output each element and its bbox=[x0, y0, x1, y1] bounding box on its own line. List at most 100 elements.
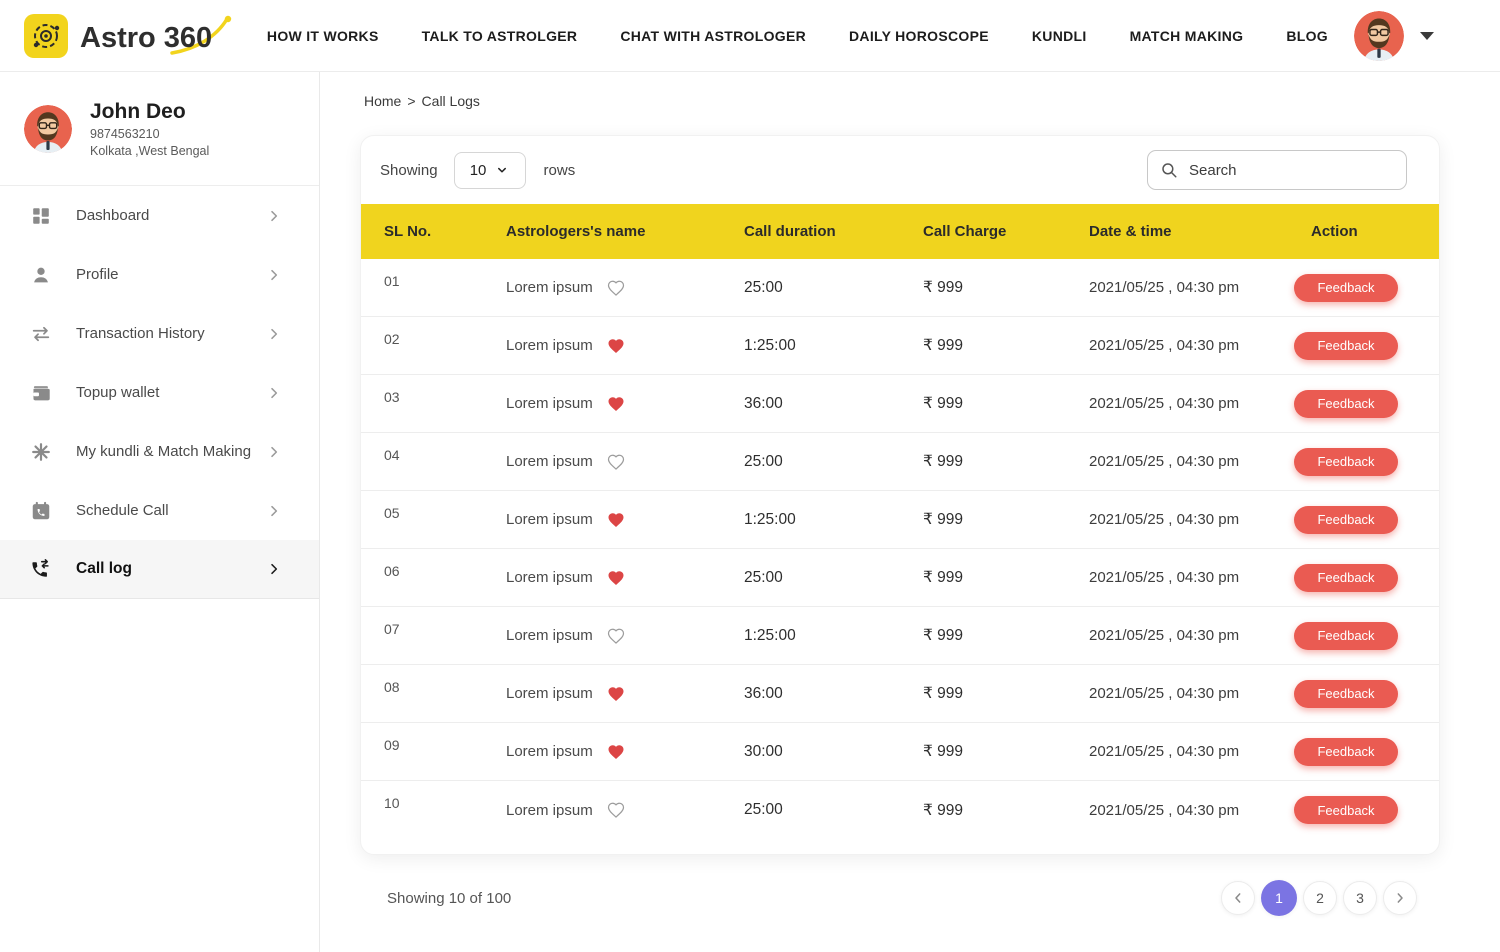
cell-sl-no: 07 bbox=[384, 621, 506, 637]
search-input[interactable] bbox=[1189, 162, 1394, 179]
nav-item-kundli[interactable]: KUNDLI bbox=[1032, 28, 1087, 44]
favorite-heart-outline-icon[interactable] bbox=[607, 801, 625, 819]
sidebar-item-call-log[interactable]: Call log bbox=[0, 540, 319, 599]
nav-item-how-it-works[interactable]: HOW IT WORKS bbox=[267, 28, 379, 44]
cell-astrologer-name: Lorem ipsum bbox=[506, 453, 744, 471]
feedback-button[interactable]: Feedback bbox=[1294, 738, 1398, 766]
cell-date-time: 2021/05/25 , 04:30 pm bbox=[1089, 511, 1294, 528]
cell-date-time: 2021/05/25 , 04:30 pm bbox=[1089, 395, 1294, 412]
pagination-page-3[interactable]: 3 bbox=[1343, 881, 1377, 915]
favorite-heart-icon[interactable] bbox=[607, 395, 625, 413]
favorite-heart-icon[interactable] bbox=[607, 337, 625, 355]
nav-item-daily-horoscope[interactable]: DAILY HOROSCOPE bbox=[849, 28, 989, 44]
cell-astrologer-name: Lorem ipsum bbox=[506, 337, 744, 355]
search-box bbox=[1147, 150, 1407, 190]
cell-sl-no: 06 bbox=[384, 563, 506, 579]
sidebar-item-label: Profile bbox=[76, 266, 266, 283]
profile-avatar bbox=[24, 105, 72, 153]
rows-label: rows bbox=[544, 162, 576, 179]
main-content: Home > Call Logs Showing 10 rows SL No.A… bbox=[320, 72, 1500, 952]
breadcrumb-home[interactable]: Home bbox=[364, 93, 401, 109]
cell-call-duration: 1:25:00 bbox=[744, 627, 923, 645]
kundli-icon bbox=[30, 441, 52, 463]
column-header-sl-no: SL No. bbox=[384, 223, 506, 240]
chevron-right-icon bbox=[266, 326, 282, 342]
favorite-heart-outline-icon[interactable] bbox=[607, 627, 625, 645]
sidebar: John Deo 9874563210 Kolkata ,West Bengal… bbox=[0, 72, 320, 952]
favorite-heart-icon[interactable] bbox=[607, 511, 625, 529]
feedback-button[interactable]: Feedback bbox=[1294, 622, 1398, 650]
sidebar-item-dashboard[interactable]: Dashboard bbox=[0, 186, 319, 245]
sidebar-item-label: Dashboard bbox=[76, 207, 266, 224]
astrologer-name-text: Lorem ipsum bbox=[506, 743, 593, 760]
cell-sl-no: 09 bbox=[384, 737, 506, 753]
astrologer-name-text: Lorem ipsum bbox=[506, 279, 593, 296]
sidebar-item-transaction-history[interactable]: Transaction History bbox=[0, 304, 319, 363]
nav-item-blog[interactable]: BLOG bbox=[1286, 28, 1328, 44]
schedule-call-icon bbox=[30, 500, 52, 522]
feedback-button[interactable]: Feedback bbox=[1294, 680, 1398, 708]
user-avatar[interactable] bbox=[1354, 11, 1404, 61]
chevron-right-icon bbox=[1392, 890, 1408, 906]
feedback-button[interactable]: Feedback bbox=[1294, 796, 1398, 824]
cell-sl-no: 08 bbox=[384, 679, 506, 695]
nav-item-match-making[interactable]: MATCH MAKING bbox=[1130, 28, 1244, 44]
brand-logo-graphic: Astro 360 bbox=[24, 11, 236, 61]
table-row: 06Lorem ipsum25:00₹ 9992021/05/25 , 04:3… bbox=[361, 549, 1439, 607]
favorite-heart-icon[interactable] bbox=[607, 743, 625, 761]
sidebar-item-label: Topup wallet bbox=[76, 384, 266, 401]
cell-call-charge: ₹ 999 bbox=[923, 684, 1089, 703]
cell-call-duration: 30:00 bbox=[744, 743, 923, 761]
sidebar-item-label: Transaction History bbox=[76, 325, 266, 342]
cell-call-duration: 25:00 bbox=[744, 453, 923, 471]
table-row: 04Lorem ipsum25:00₹ 9992021/05/25 , 04:3… bbox=[361, 433, 1439, 491]
nav-item-talk-to-astrolger[interactable]: TALK TO ASTROLGER bbox=[422, 28, 578, 44]
sidebar-item-profile[interactable]: Profile bbox=[0, 245, 319, 304]
favorite-heart-icon[interactable] bbox=[607, 569, 625, 587]
search-icon bbox=[1160, 161, 1178, 179]
feedback-button[interactable]: Feedback bbox=[1294, 274, 1398, 302]
sidebar-item-my-kundli-match-making[interactable]: My kundli & Match Making bbox=[0, 422, 319, 481]
sidebar-profile: John Deo 9874563210 Kolkata ,West Bengal bbox=[0, 72, 319, 186]
table-row: 02Lorem ipsum1:25:00₹ 9992021/05/25 , 04… bbox=[361, 317, 1439, 375]
feedback-button[interactable]: Feedback bbox=[1294, 564, 1398, 592]
account-caret-icon[interactable] bbox=[1420, 32, 1434, 40]
feedback-button[interactable]: Feedback bbox=[1294, 332, 1398, 360]
pagination-prev-button[interactable] bbox=[1221, 881, 1255, 915]
cell-sl-no: 02 bbox=[384, 331, 506, 347]
nav-item-chat-with-astrologer[interactable]: CHAT WITH ASTROLOGER bbox=[620, 28, 806, 44]
column-header-call-duration: Call duration bbox=[744, 223, 923, 240]
astrologer-name-text: Lorem ipsum bbox=[506, 511, 593, 528]
pagination-next-button[interactable] bbox=[1383, 881, 1417, 915]
brand-logo[interactable]: Astro 360 bbox=[24, 11, 236, 61]
feedback-button[interactable]: Feedback bbox=[1294, 448, 1398, 476]
column-header-astrologers-s-name: Astrologers's name bbox=[506, 223, 744, 240]
sidebar-item-schedule-call[interactable]: Schedule Call bbox=[0, 481, 319, 540]
feedback-button[interactable]: Feedback bbox=[1294, 390, 1398, 418]
cell-call-charge: ₹ 999 bbox=[923, 626, 1089, 645]
column-header-call-charge: Call Charge bbox=[923, 223, 1089, 240]
sidebar-item-topup-wallet[interactable]: Topup wallet bbox=[0, 363, 319, 422]
favorite-heart-icon[interactable] bbox=[607, 685, 625, 703]
profile-location: Kolkata ,West Bengal bbox=[90, 144, 209, 158]
cell-astrologer-name: Lorem ipsum bbox=[506, 279, 744, 297]
chevron-right-icon bbox=[266, 385, 282, 401]
cell-date-time: 2021/05/25 , 04:30 pm bbox=[1089, 337, 1294, 354]
breadcrumb: Home > Call Logs bbox=[364, 93, 1500, 109]
rows-per-page-value: 10 bbox=[470, 162, 487, 179]
cell-sl-no: 04 bbox=[384, 447, 506, 463]
top-nav: HOW IT WORKS TALK TO ASTROLGER CHAT WITH A… bbox=[267, 28, 1328, 44]
favorite-heart-outline-icon[interactable] bbox=[607, 453, 625, 471]
pagination-page-2[interactable]: 2 bbox=[1303, 881, 1337, 915]
cell-call-duration: 1:25:00 bbox=[744, 337, 923, 355]
cell-call-charge: ₹ 999 bbox=[923, 510, 1089, 529]
rows-per-page-select[interactable]: 10 bbox=[454, 152, 526, 189]
cell-date-time: 2021/05/25 , 04:30 pm bbox=[1089, 685, 1294, 702]
pagination-page-1[interactable]: 1 bbox=[1261, 880, 1297, 916]
pagination-row: Showing 10 of 100 123 bbox=[360, 880, 1440, 916]
cell-action: Feedback bbox=[1294, 332, 1439, 360]
favorite-heart-outline-icon[interactable] bbox=[607, 279, 625, 297]
table-header: SL No.Astrologers's nameCall durationCal… bbox=[361, 204, 1439, 259]
sidebar-item-label: My kundli & Match Making bbox=[76, 443, 266, 460]
feedback-button[interactable]: Feedback bbox=[1294, 506, 1398, 534]
